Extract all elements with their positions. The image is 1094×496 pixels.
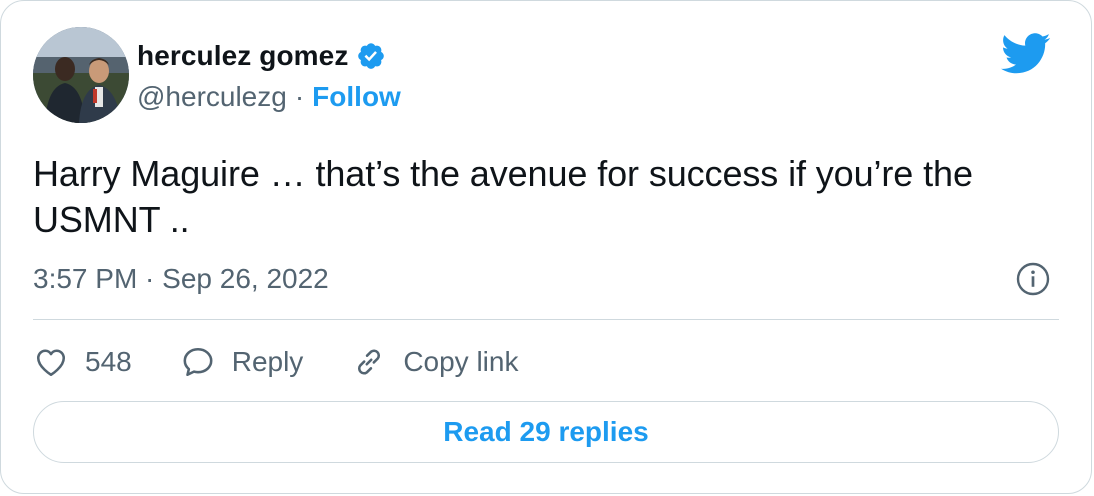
tweet-text-line-2: USMNT .. xyxy=(33,199,190,240)
verified-badge-icon xyxy=(356,41,386,71)
author-handle[interactable]: @herculezg xyxy=(137,81,287,113)
follow-link[interactable]: Follow xyxy=(312,81,401,113)
author-display-name[interactable]: herculez gomez xyxy=(137,40,348,72)
tweet-text: Harry Maguire … that’s the avenue for su… xyxy=(33,151,1063,243)
avatar[interactable] xyxy=(33,27,129,123)
separator-dot: · xyxy=(294,81,305,112)
tweet-actions: 548 Reply Copy link xyxy=(33,339,566,385)
tweet-text-line-1: Harry Maguire … that’s the avenue for su… xyxy=(33,153,973,194)
read-replies-button[interactable]: Read 29 replies xyxy=(33,401,1059,463)
author-name-row: herculez gomez xyxy=(137,37,386,75)
like-count: 548 xyxy=(85,346,132,377)
avatar-image xyxy=(33,27,129,123)
copy-link-button[interactable]: Copy link xyxy=(351,344,518,380)
tweet-timestamp[interactable]: 3:57 PM · Sep 26, 2022 xyxy=(33,261,329,297)
author-handle-row: @herculezg · Follow xyxy=(137,79,401,115)
heart-icon xyxy=(36,349,66,377)
copy-link-label: Copy link xyxy=(403,346,519,377)
reply-button[interactable]: Reply xyxy=(180,344,304,380)
tweet-card: herculez gomez @herculezg · Follow Harry… xyxy=(0,0,1092,494)
link-icon xyxy=(358,349,381,375)
twitter-bird-icon[interactable] xyxy=(1001,33,1051,75)
speech-bubble-icon xyxy=(183,347,213,377)
reply-label: Reply xyxy=(231,346,304,377)
info-icon[interactable] xyxy=(1015,261,1051,297)
like-button[interactable]: 548 xyxy=(33,344,132,380)
divider xyxy=(33,319,1059,320)
